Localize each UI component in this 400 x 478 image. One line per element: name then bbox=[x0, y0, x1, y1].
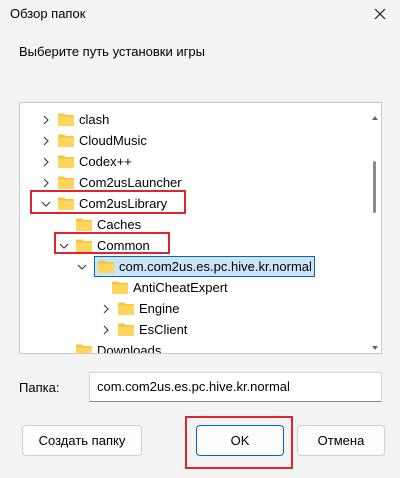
tree-item-label: AntiCheatExpert bbox=[133, 280, 228, 295]
tree-item-com2uslibrary[interactable]: Com2usLibrary bbox=[40, 193, 167, 214]
tree-item-label: Codex++ bbox=[79, 154, 132, 169]
folder-icon bbox=[118, 323, 134, 336]
vertical-scrollbar[interactable] bbox=[371, 109, 379, 350]
tree-item-label: Com2usLibrary bbox=[79, 196, 168, 211]
tree-item-caches[interactable]: Caches bbox=[58, 214, 141, 235]
folder-icon bbox=[58, 197, 74, 210]
dialog-prompt: Выберите путь установки игры bbox=[19, 44, 205, 59]
folder-icon bbox=[118, 302, 134, 315]
chevron-right-icon[interactable] bbox=[100, 324, 112, 336]
scroll-down-icon[interactable] bbox=[371, 339, 379, 350]
folder-icon bbox=[76, 239, 92, 252]
tree-item-engine[interactable]: Engine bbox=[100, 298, 179, 319]
tree-item-label: com.com2us.es.pc.hive.kr.normal bbox=[119, 259, 312, 274]
folder-icon bbox=[58, 176, 74, 189]
tree-item-common[interactable]: Common bbox=[58, 235, 150, 256]
title-bar: Обзор папок bbox=[0, 0, 400, 28]
chevron-down-icon[interactable] bbox=[76, 261, 88, 273]
tree-item-anticheatexpert[interactable]: AntiCheatExpert bbox=[94, 277, 228, 298]
tree-item-clash[interactable]: clash bbox=[40, 109, 109, 130]
tree-item-label: EsClient bbox=[139, 322, 188, 337]
tree-item-cloudmusic[interactable]: CloudMusic bbox=[40, 130, 147, 151]
folder-icon bbox=[112, 281, 128, 294]
folder-path-input[interactable]: com.com2us.es.pc.hive.kr.normal bbox=[89, 372, 382, 402]
folder-icon bbox=[76, 344, 92, 353]
close-icon bbox=[374, 8, 386, 20]
tree-item-label: Engine bbox=[139, 301, 180, 316]
tree-item-label: Downloads bbox=[97, 343, 162, 354]
scroll-thumb[interactable] bbox=[373, 161, 376, 213]
tree-item-label: clash bbox=[79, 112, 110, 127]
folder-icon bbox=[76, 218, 92, 231]
tree-item-label: Caches bbox=[97, 217, 142, 232]
chevron-down-icon[interactable] bbox=[40, 198, 52, 210]
chevron-right-icon[interactable] bbox=[40, 135, 52, 147]
tree-item-selection[interactable]: com.com2us.es.pc.hive.kr.normal bbox=[94, 256, 315, 277]
chevron-right-icon[interactable] bbox=[40, 114, 52, 126]
tree-item-com2us-es-pc-hive[interactable]: com.com2us.es.pc.hive.kr.normal bbox=[76, 256, 315, 277]
chevron-down-icon[interactable] bbox=[58, 240, 70, 252]
tree-item-label: CloudMusic bbox=[79, 133, 147, 148]
folder-field-label: Папка: bbox=[19, 380, 60, 395]
ok-button[interactable]: OK bbox=[196, 425, 284, 456]
create-folder-button[interactable]: Создать папку bbox=[22, 425, 142, 456]
folder-icon bbox=[58, 134, 74, 147]
close-button[interactable] bbox=[366, 0, 394, 28]
scroll-up-icon[interactable] bbox=[371, 109, 379, 120]
window-title: Обзор папок bbox=[10, 6, 86, 21]
chevron-right-icon[interactable] bbox=[40, 156, 52, 168]
tree-item-codex[interactable]: Codex++ bbox=[40, 151, 132, 172]
tree-item-label: Common bbox=[97, 238, 150, 253]
folder-icon bbox=[58, 155, 74, 168]
folder-icon bbox=[98, 260, 114, 273]
folder-tree[interactable]: clash CloudMusic Codex++ Com2usLauncher … bbox=[19, 102, 382, 354]
tree-item-label: Com2usLauncher bbox=[79, 175, 182, 190]
chevron-right-icon[interactable] bbox=[100, 303, 112, 315]
tree-item-esclient[interactable]: EsClient bbox=[100, 319, 187, 340]
folder-icon bbox=[58, 113, 74, 126]
tree-item-downloads[interactable]: Downloads bbox=[58, 340, 162, 354]
tree-item-com2uslauncher[interactable]: Com2usLauncher bbox=[40, 172, 182, 193]
chevron-right-icon[interactable] bbox=[40, 177, 52, 189]
cancel-button[interactable]: Отмена bbox=[297, 425, 385, 456]
